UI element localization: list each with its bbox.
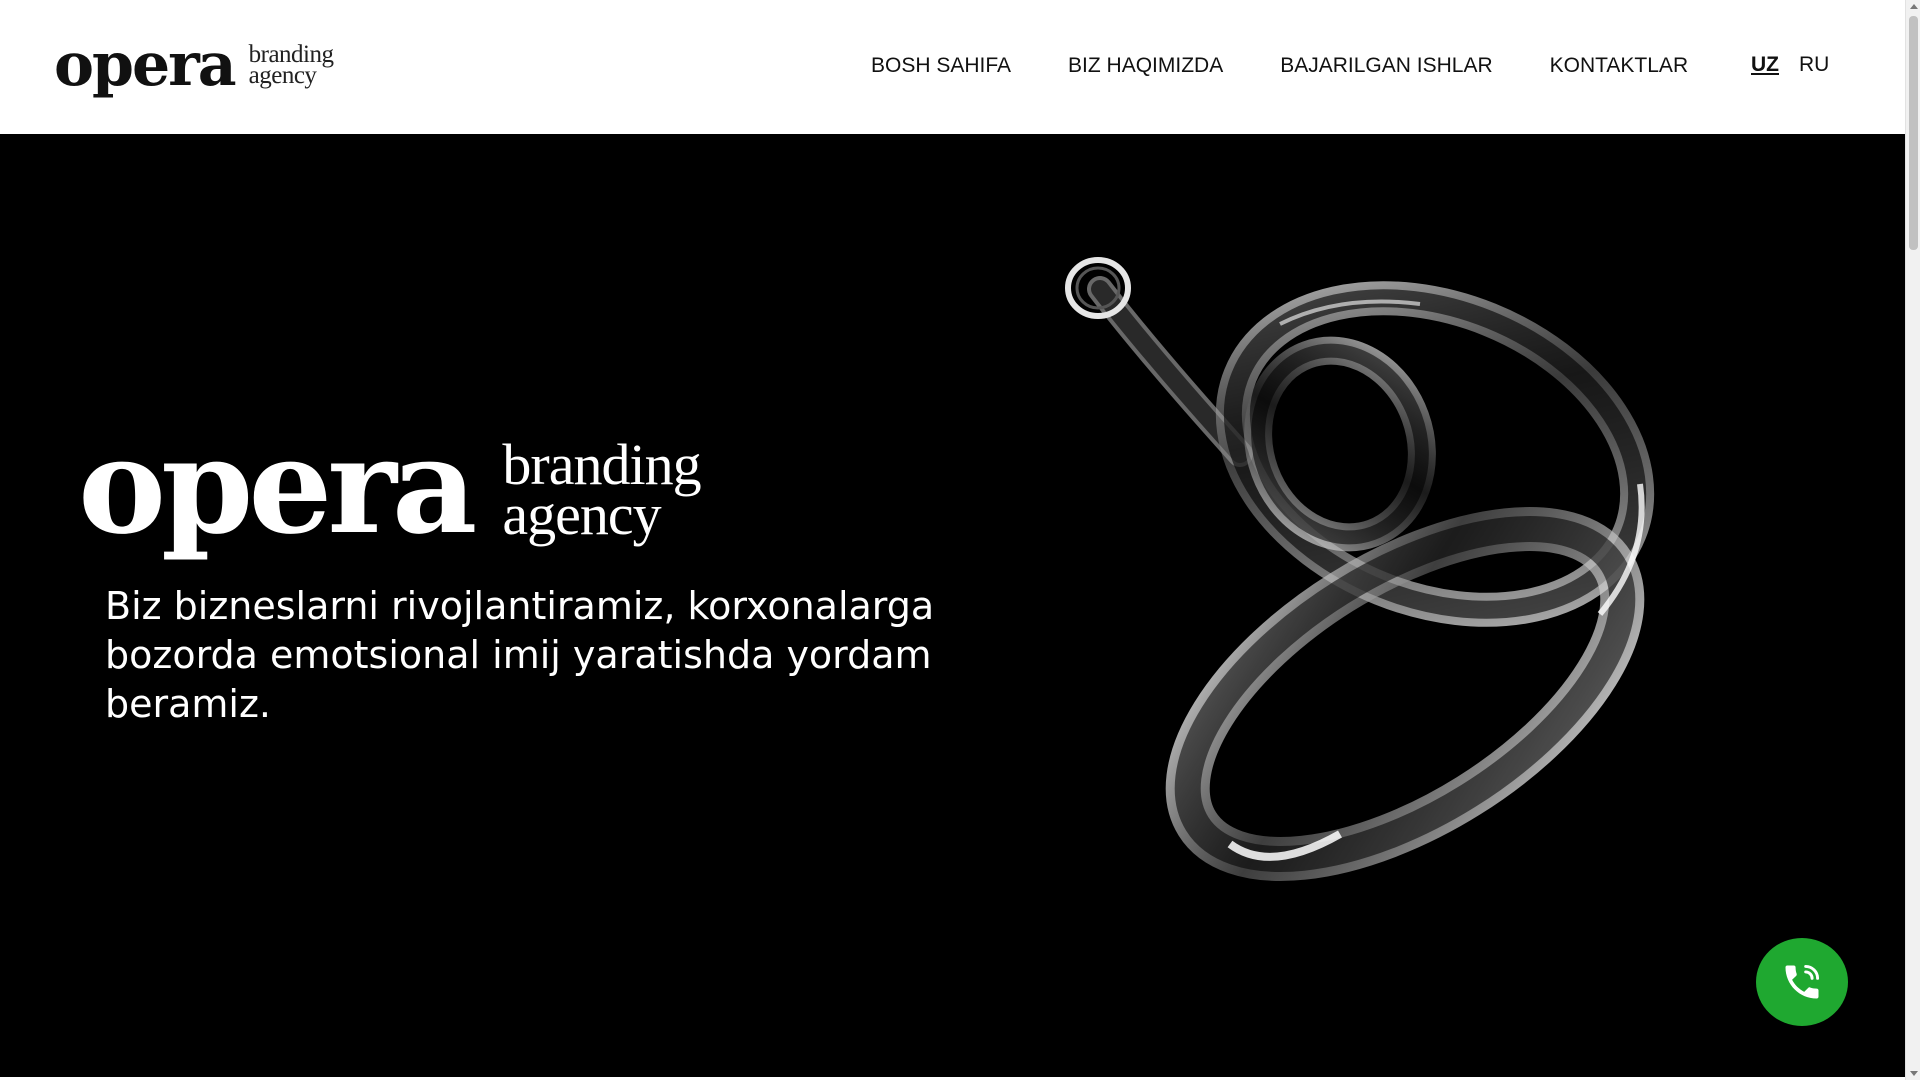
nav-item-home[interactable]: BOSH SAHIFA (871, 54, 1011, 78)
page: opera branding agency BOSH SAHIFA BIZ HA… (0, 0, 1920, 1080)
hero-tagline: Biz bizneslarni rivojlantiramiz, korxona… (105, 584, 935, 726)
scroll-up-arrow-icon[interactable] (1910, 4, 1918, 9)
nav-item-about[interactable]: BIZ HAQIMIZDA (1068, 54, 1223, 78)
logo-subtitle-line2: agency (248, 62, 317, 89)
lang-uz[interactable]: UZ (1751, 53, 1779, 77)
page-scrollbar[interactable] (1905, 0, 1920, 1080)
scroll-thumb[interactable] (1909, 16, 1918, 250)
header-logo[interactable]: opera branding agency (54, 34, 334, 96)
logo-subtitle: branding agency (248, 42, 334, 89)
phone-icon (1785, 964, 1820, 999)
lang-ru[interactable]: RU (1799, 53, 1829, 77)
call-button[interactable] (1756, 938, 1848, 1026)
main-nav: BOSH SAHIFA BIZ HAQIMIZDA BAJARILGAN ISH… (871, 54, 1745, 78)
language-switcher: UZ RU (1751, 53, 1829, 77)
hero-logo-wordmark: opera (78, 409, 477, 564)
site-header: opera branding agency BOSH SAHIFA BIZ HA… (0, 0, 1905, 134)
nav-item-works[interactable]: BAJARILGAN ISHLAR (1280, 54, 1492, 78)
hero-logo-subtitle-line2: agency (502, 482, 661, 547)
glass-knot-image (1065, 257, 1655, 881)
nav-item-contacts[interactable]: KONTAKTLAR (1550, 54, 1688, 78)
hero-section: opera branding agency Biz bizneslarni ri… (0, 134, 1905, 1077)
hero-logo-subtitle: branding agency (502, 436, 701, 544)
hero-logo: opera branding agency (78, 409, 702, 564)
scroll-down-arrow-icon[interactable] (1910, 1071, 1918, 1076)
logo-wordmark: opera (54, 30, 237, 100)
